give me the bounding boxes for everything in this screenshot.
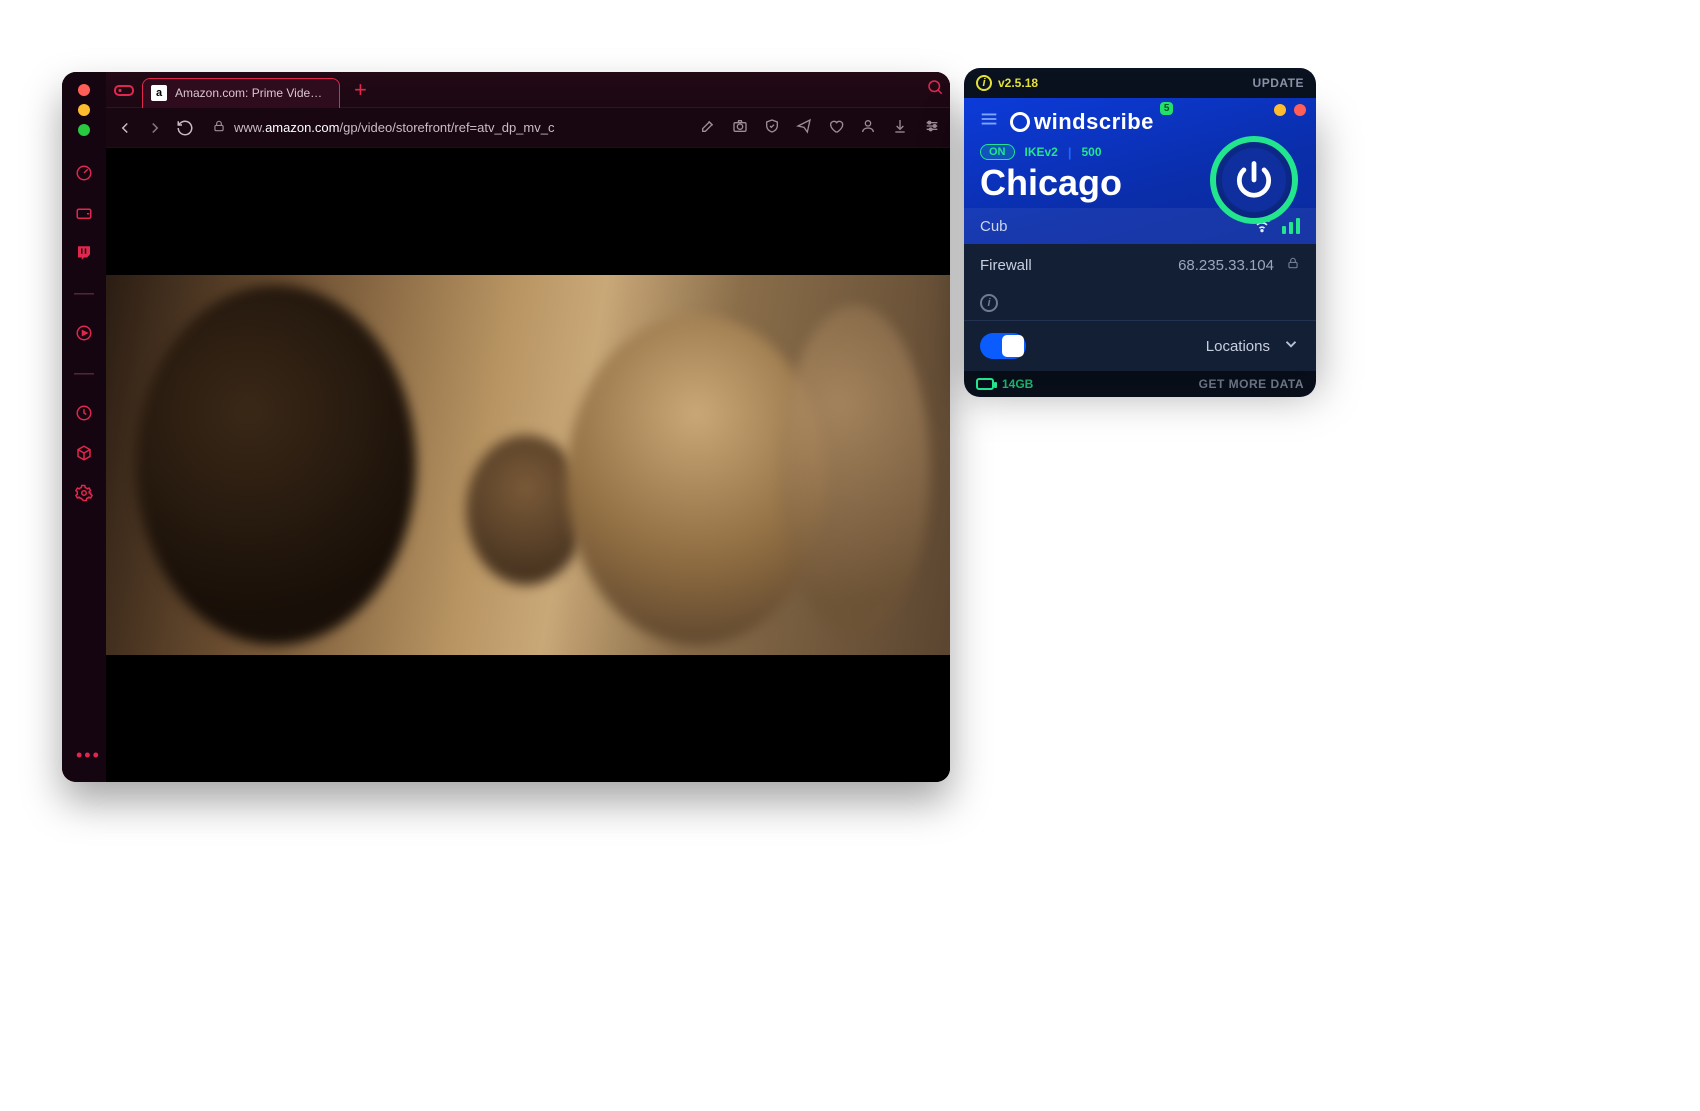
locations-label: Locations — [1206, 338, 1270, 355]
get-more-data-button[interactable]: GET MORE DATA — [1199, 377, 1304, 391]
settings-gear-icon[interactable] — [71, 480, 97, 506]
page-content — [106, 148, 950, 782]
firewall-info-row: i — [964, 286, 1316, 320]
nav-forward-button[interactable] — [146, 119, 164, 137]
browser-main: a Amazon.com: Prime Video: Prin + — [106, 72, 950, 782]
close-window-button[interactable] — [78, 84, 90, 96]
browser-tab[interactable]: a Amazon.com: Prime Video: Prin — [142, 78, 340, 108]
location-node-name: Cub — [980, 218, 1008, 235]
port-label[interactable]: 500 — [1082, 145, 1102, 159]
windscribe-lower-panel: Firewall 68.235.33.104 i Locations — [964, 244, 1316, 371]
video-player-frame[interactable] — [106, 275, 950, 655]
download-icon[interactable] — [892, 118, 908, 137]
notification-badge[interactable]: 5 — [1160, 102, 1174, 115]
wallet-icon[interactable] — [71, 200, 97, 226]
opera-gx-browser-window: — — ••• a Amazon.com: Prime Video: Prin … — [62, 72, 950, 782]
url-text: www.amazon.com/gp/video/storefront/ref=a… — [234, 120, 682, 135]
windscribe-logo: windscribe — [1010, 109, 1154, 135]
tab-title: Amazon.com: Prime Video: Prin — [175, 86, 325, 100]
windscribe-topbar: i v2.5.18 UPDATE — [964, 68, 1316, 98]
windscribe-body: windscribe 5 ON IKEv2 | 500 Chicago Cub … — [964, 98, 1316, 371]
windscribe-window: i v2.5.18 UPDATE windscribe 5 ON IKEv2 | — [964, 68, 1316, 397]
sidebar-separator: — — [71, 280, 97, 306]
version-label: v2.5.18 — [998, 76, 1038, 90]
tabs-search-icon[interactable] — [926, 78, 944, 101]
address-bar-actions — [700, 118, 940, 137]
menu-hamburger-icon[interactable] — [978, 108, 1000, 136]
window-traffic-lights — [78, 80, 90, 146]
lock-icon — [1286, 256, 1300, 274]
browser-sidebar: — — ••• — [62, 72, 106, 782]
locations-row[interactable]: Locations — [964, 320, 1316, 371]
new-tab-button[interactable]: + — [346, 77, 375, 103]
firewall-label: Firewall — [980, 257, 1032, 274]
url-box[interactable]: www.amazon.com/gp/video/storefront/ref=a… — [206, 119, 688, 136]
lock-icon — [212, 119, 226, 136]
shield-icon[interactable] — [764, 118, 780, 137]
firewall-toggle[interactable] — [980, 333, 1026, 359]
windscribe-header: windscribe 5 — [964, 98, 1316, 138]
windscribe-logo-icon — [1010, 112, 1030, 132]
minimize-window-button[interactable] — [78, 104, 90, 116]
signal-bars-icon — [1282, 218, 1300, 234]
status-on-badge: ON — [980, 144, 1015, 160]
twitch-icon[interactable] — [71, 240, 97, 266]
address-bar: www.amazon.com/gp/video/storefront/ref=a… — [106, 108, 950, 148]
nav-back-button[interactable] — [116, 119, 134, 137]
sidebar-separator: — — [71, 360, 97, 386]
heart-icon[interactable] — [828, 118, 844, 137]
ip-address: 68.235.33.104 — [1178, 257, 1274, 274]
play-circle-icon[interactable] — [71, 320, 97, 346]
zoom-window-button[interactable] — [78, 124, 90, 136]
send-icon[interactable] — [796, 118, 812, 137]
chevron-down-icon — [1282, 335, 1300, 357]
camera-icon[interactable] — [732, 118, 748, 137]
clock-icon[interactable] — [71, 400, 97, 426]
data-battery-icon — [976, 378, 994, 390]
cube-icon[interactable] — [71, 440, 97, 466]
firewall-row: Firewall 68.235.33.104 — [964, 244, 1316, 286]
video-still-shape — [780, 305, 930, 635]
separator: | — [1068, 145, 1072, 160]
data-remaining: 14GB — [1002, 377, 1033, 391]
gauge-icon[interactable] — [71, 160, 97, 186]
gamepad-icon[interactable] — [112, 78, 136, 102]
profile-icon[interactable] — [860, 118, 876, 137]
info-icon[interactable]: i — [980, 294, 998, 312]
video-still-shape — [136, 285, 416, 645]
sidebar-more-icon[interactable]: ••• — [76, 745, 101, 766]
info-icon[interactable]: i — [976, 75, 992, 91]
windscribe-bottombar: 14GB GET MORE DATA — [964, 371, 1316, 397]
reload-button[interactable] — [176, 119, 194, 137]
amazon-favicon: a — [151, 85, 167, 101]
power-toggle-button[interactable] — [1210, 136, 1298, 224]
edit-note-icon[interactable] — [700, 118, 716, 137]
update-button[interactable]: UPDATE — [1253, 76, 1304, 90]
protocol-label[interactable]: IKEv2 — [1025, 145, 1058, 159]
tab-strip: a Amazon.com: Prime Video: Prin + — [106, 72, 950, 108]
easy-setup-icon[interactable] — [924, 118, 940, 137]
